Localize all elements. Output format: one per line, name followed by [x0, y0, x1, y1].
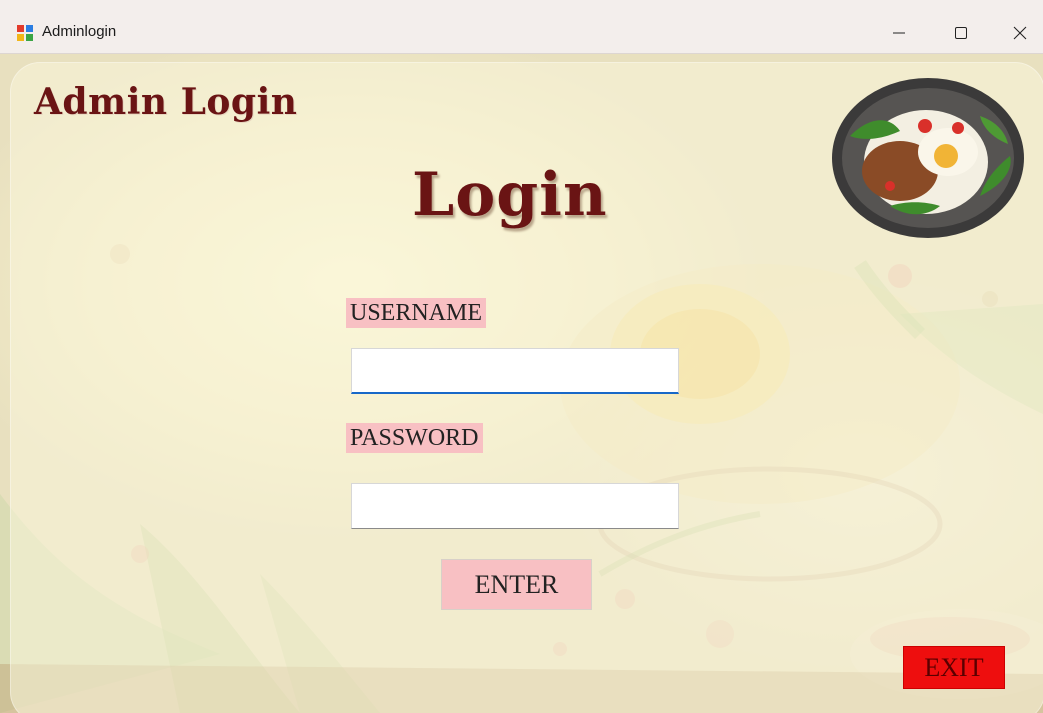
maximize-icon: [955, 27, 967, 39]
food-plate-logo: [832, 78, 1024, 238]
maximize-button[interactable]: [938, 16, 984, 50]
admin-login-heading: Admin Login: [34, 81, 298, 123]
username-label: USERNAME: [346, 298, 487, 328]
login-window-client: Admin Login Login USERNAME PASSWORD ENTE…: [0, 54, 1043, 713]
window-titlebar: Adminlogin: [0, 0, 1043, 54]
minimize-icon: [893, 32, 905, 34]
enter-button[interactable]: ENTER: [441, 559, 592, 610]
password-label: PASSWORD: [346, 423, 483, 453]
login-title: Login: [412, 160, 608, 230]
close-button[interactable]: [997, 16, 1043, 50]
username-input[interactable]: [351, 348, 679, 394]
window-title: Adminlogin: [42, 23, 117, 40]
app-icon: [17, 25, 33, 41]
password-input[interactable]: [351, 483, 679, 529]
exit-button[interactable]: EXIT: [903, 646, 1005, 689]
minimize-button[interactable]: [876, 16, 922, 50]
close-icon: [1013, 26, 1027, 40]
